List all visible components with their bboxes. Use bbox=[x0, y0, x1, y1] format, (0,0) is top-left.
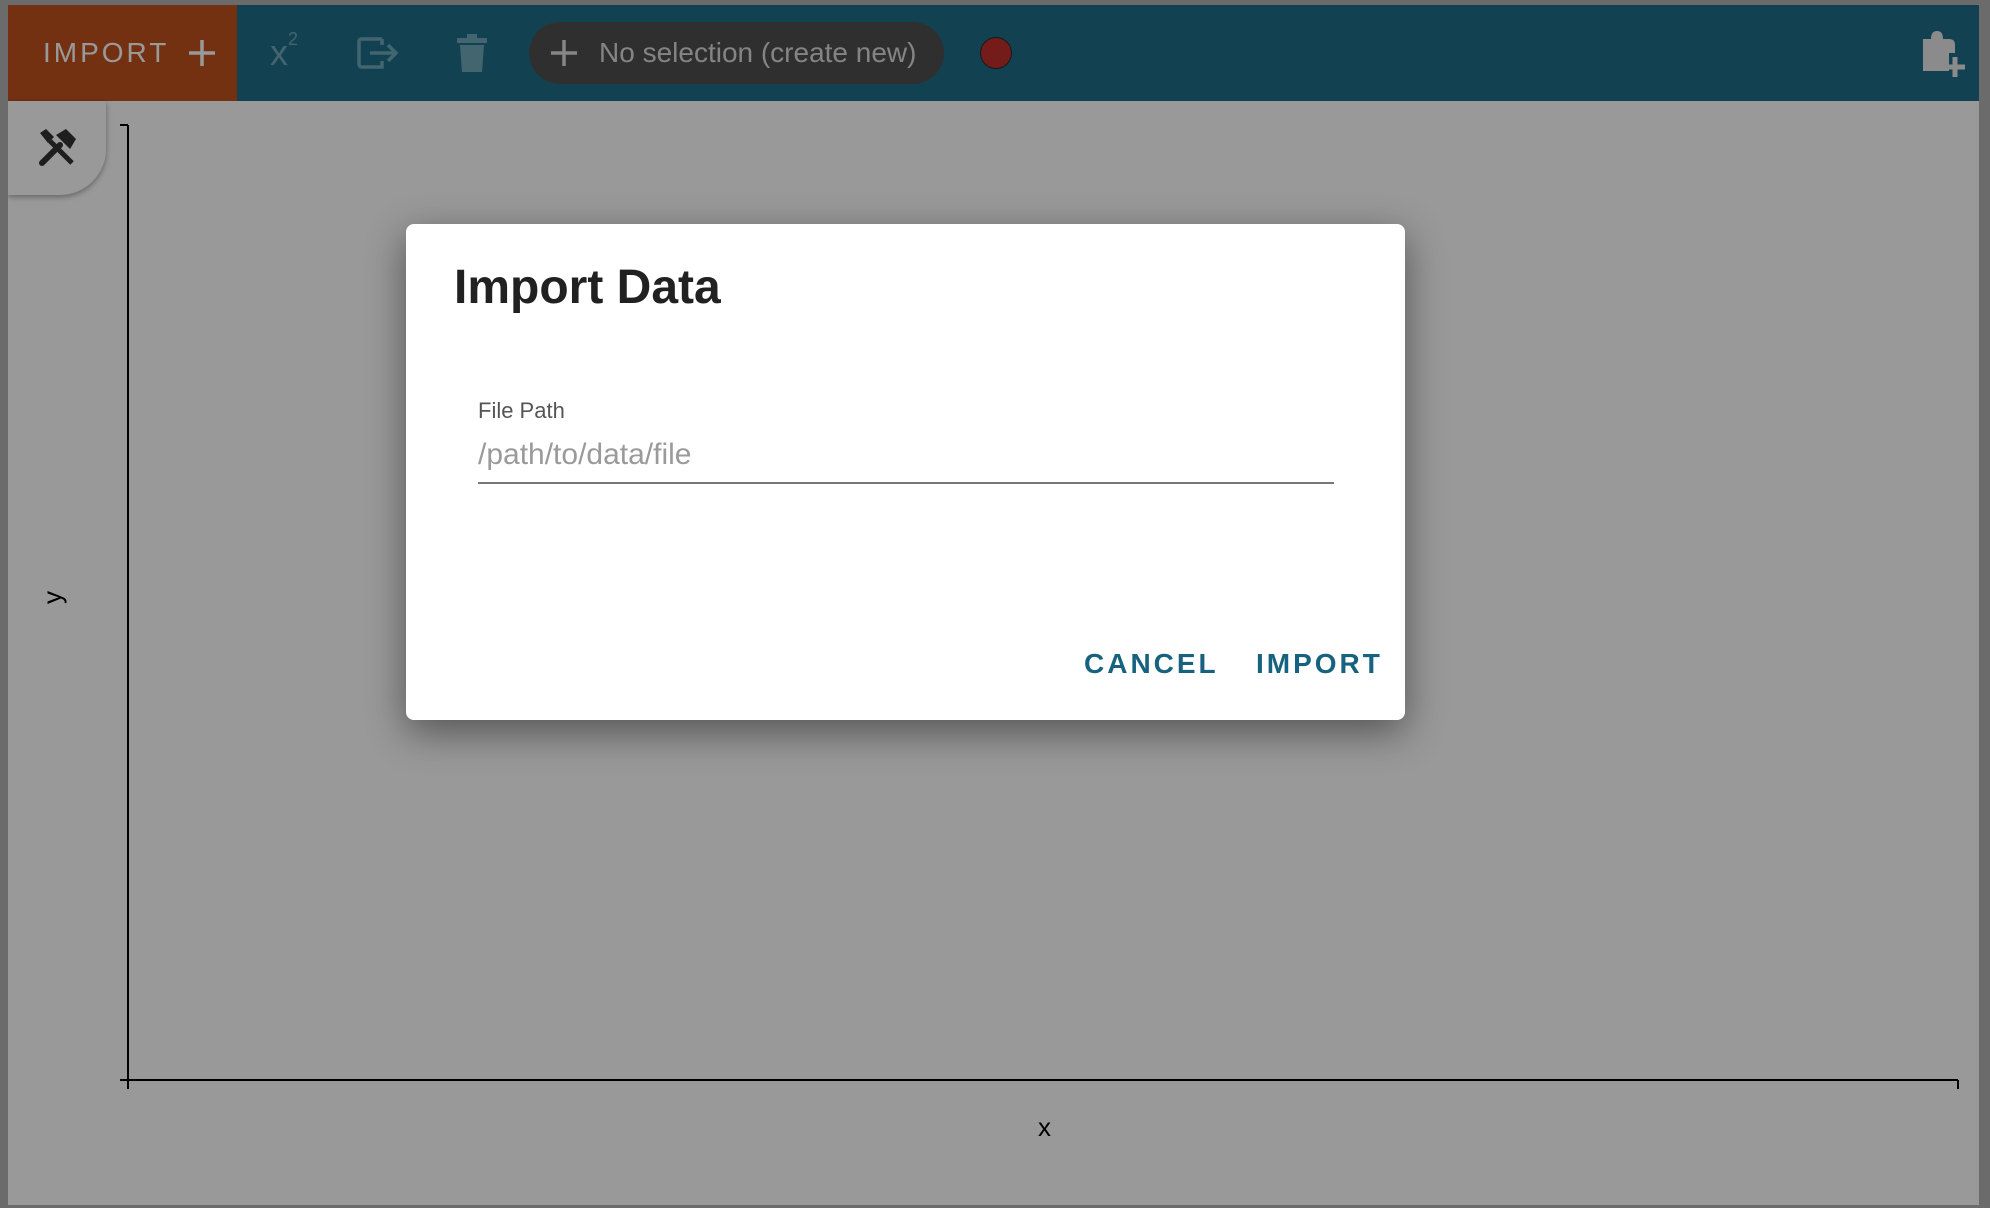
file-path-input[interactable] bbox=[478, 428, 1334, 484]
import-confirm-button[interactable]: IMPORT bbox=[1256, 648, 1383, 680]
file-path-label: File Path bbox=[478, 398, 565, 423]
cancel-button[interactable]: CANCEL bbox=[1084, 648, 1219, 680]
dialog-title: Import Data bbox=[454, 261, 721, 314]
import-data-dialog: Import Data File Path CANCEL IMPORT bbox=[406, 224, 1405, 720]
